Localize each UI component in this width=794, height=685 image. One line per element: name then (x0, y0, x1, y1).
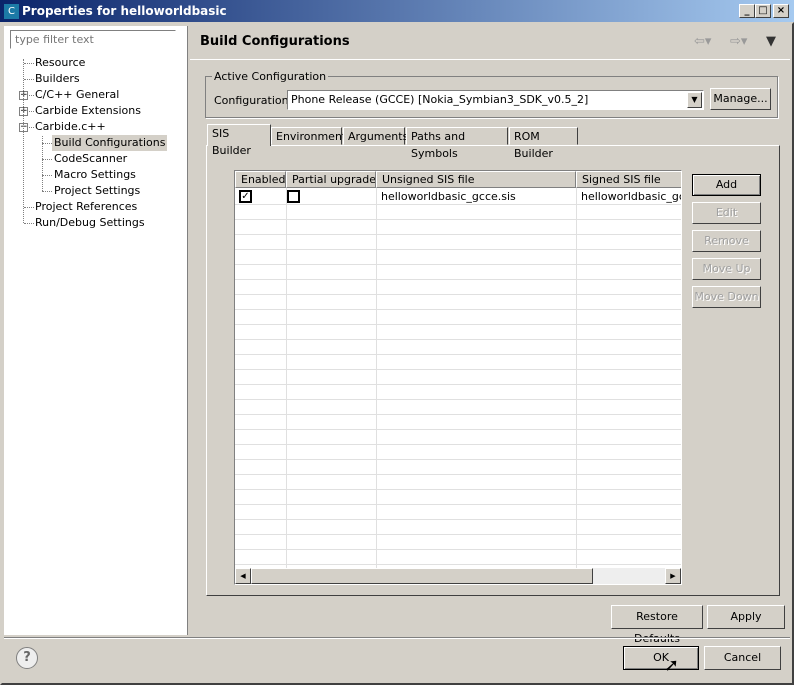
tree-line (23, 59, 24, 223)
cancel-button[interactable]: Cancel (704, 646, 781, 670)
table-row (235, 219, 681, 220)
table-row (235, 294, 681, 295)
tree-item[interactable]: Macro Settings (52, 167, 138, 183)
apply-button[interactable]: Apply (707, 605, 785, 629)
tree-item[interactable]: Build Configurations (52, 135, 168, 151)
restore-defaults-button[interactable]: Restore Defaults (611, 605, 703, 645)
group-label: Active Configuration (212, 70, 329, 83)
table-row (235, 519, 681, 520)
tree-item[interactable]: CodeScanner (52, 151, 129, 167)
sis-table: Enabled Partial upgrade Unsigned SIS fil… (234, 170, 682, 585)
configuration-label: Configuration: (214, 94, 293, 107)
table-row (235, 459, 681, 460)
partial-upgrade-checkbox[interactable] (287, 190, 300, 203)
tree-item[interactable]: Builders (33, 71, 82, 87)
table-row (235, 444, 681, 445)
tree-item[interactable]: Carbide Extensions (33, 103, 143, 119)
table-row (235, 399, 681, 400)
move-up-button[interactable]: Move Up (692, 258, 761, 280)
horizontal-scrollbar[interactable]: ◀ ▶ (235, 568, 681, 584)
table-row (235, 549, 681, 550)
tree-connector (42, 143, 52, 144)
tab-environment[interactable]: Environment (271, 127, 346, 145)
window-title: Properties for helloworldbasic (22, 4, 227, 18)
table-row (235, 249, 681, 250)
unsigned-sis-cell[interactable]: helloworldbasic_gcce.sis (376, 189, 576, 204)
table-row (235, 414, 681, 415)
table-row (235, 309, 681, 310)
tree-item[interactable]: Project Settings (52, 183, 142, 199)
table-row (235, 564, 681, 565)
tree-connector (42, 159, 52, 160)
tree-connector (42, 175, 52, 176)
tree-connector (24, 207, 34, 208)
table-row (235, 264, 681, 265)
tab-arguments[interactable]: Arguments (343, 127, 408, 145)
column-enabled[interactable]: Enabled (235, 171, 286, 188)
title-bar: Properties for helloworldbasic (0, 0, 794, 22)
configuration-value: Phone Release (GCCE) [Nokia_Symbian3_SDK… (291, 93, 589, 106)
remove-button[interactable]: Remove (692, 230, 761, 252)
maximize-button[interactable]: □ (755, 4, 771, 18)
table-row (235, 474, 681, 475)
table-row (235, 204, 681, 205)
edit-button[interactable]: Edit (692, 202, 761, 224)
tree-item[interactable]: Run/Debug Settings (33, 215, 147, 231)
table-row (235, 489, 681, 490)
add-button[interactable]: Add (692, 174, 761, 196)
move-down-button[interactable]: Move Down (692, 286, 761, 308)
forward-arrow-icon[interactable]: ⇨▾ (730, 34, 747, 49)
column-signed-sis[interactable]: Signed SIS file (576, 171, 681, 188)
close-button[interactable]: × (773, 4, 789, 18)
table-row (235, 234, 681, 235)
ok-button[interactable]: OK (623, 646, 699, 670)
tree-line (42, 136, 43, 191)
table-row (235, 504, 681, 505)
tab-paths-and-symbols[interactable]: Paths and Symbols (406, 127, 508, 160)
table-row (235, 354, 681, 355)
tree-connector (24, 63, 34, 64)
dropdown-arrow-icon[interactable]: ▼ (687, 92, 702, 108)
column-unsigned-sis[interactable]: Unsigned SIS file (376, 171, 576, 188)
view-menu-icon[interactable]: ▼ (766, 34, 776, 49)
tree-item[interactable]: Project References (33, 199, 139, 215)
enabled-checkbox[interactable]: ✓ (239, 190, 252, 203)
table-row (235, 534, 681, 535)
scroll-right-icon[interactable]: ▶ (665, 568, 681, 584)
tree-connector (24, 79, 34, 80)
table-row (235, 429, 681, 430)
mouse-cursor-icon: ➚ (664, 655, 680, 676)
separator (4, 637, 790, 639)
tree-connector (42, 191, 52, 192)
manage-button[interactable]: Manage... (710, 88, 771, 110)
minimize-button[interactable]: _ (739, 4, 755, 18)
app-icon: C (4, 4, 19, 19)
scroll-left-icon[interactable]: ◀ (235, 568, 251, 584)
filter-input[interactable] (10, 30, 176, 49)
signed-sis-cell[interactable]: helloworldbasic_gcce (576, 189, 681, 204)
tree-item[interactable]: Resource (33, 55, 87, 71)
table-row (235, 324, 681, 325)
table-row (235, 339, 681, 340)
tree-connector (24, 223, 34, 224)
tree-item[interactable]: Carbide.c++ (33, 119, 108, 135)
scroll-thumb[interactable] (251, 568, 593, 584)
help-icon[interactable]: ? (16, 647, 38, 669)
back-arrow-icon[interactable]: ⇦▾ (694, 34, 711, 49)
tab-sis-builder[interactable]: SIS Builder (207, 124, 271, 157)
table-row (235, 279, 681, 280)
column-partial-upgrade[interactable]: Partial upgrade (286, 171, 376, 188)
table-row (235, 384, 681, 385)
tree-item[interactable]: C/C++ General (33, 87, 121, 103)
tab-rom-builder[interactable]: ROM Builder (509, 127, 578, 160)
configuration-select[interactable]: Phone Release (GCCE) [Nokia_Symbian3_SDK… (287, 90, 704, 110)
table-row (235, 369, 681, 370)
